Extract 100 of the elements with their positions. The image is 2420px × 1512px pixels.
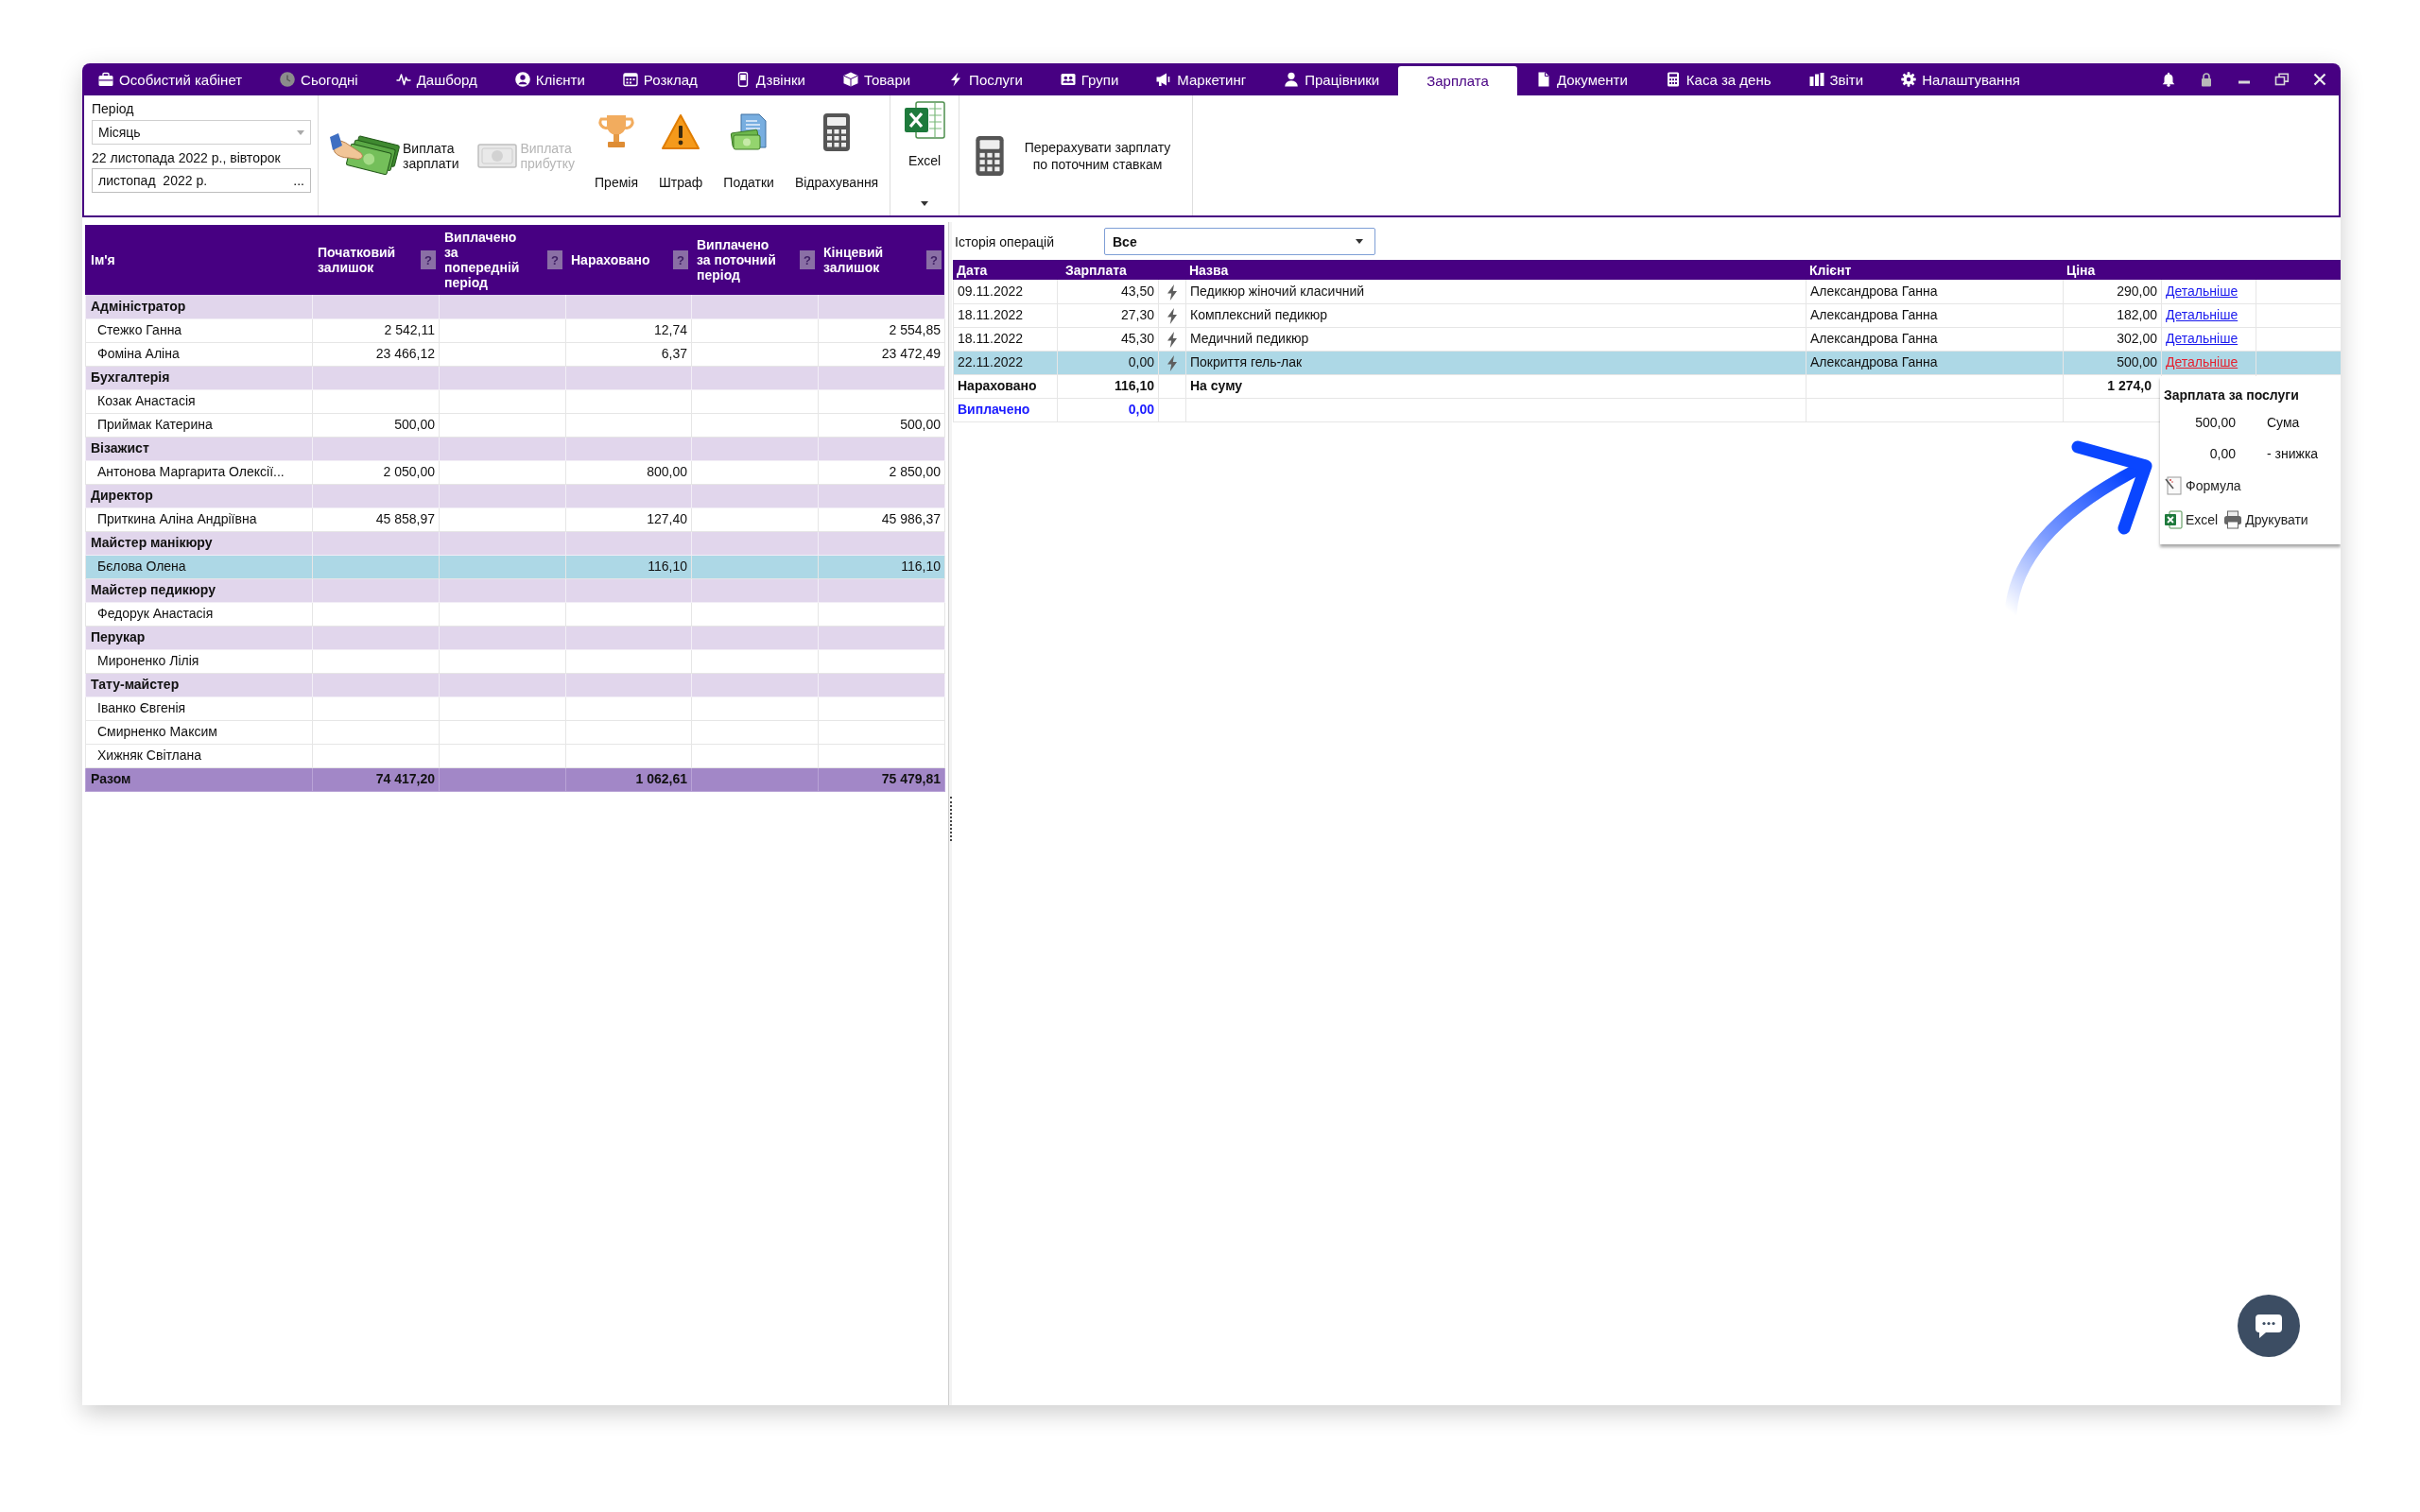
table-row[interactable]: Смирненко Максим (85, 720, 945, 744)
period-label: Період (92, 101, 134, 117)
table-row[interactable]: Іванко Євгенія (85, 696, 945, 720)
table-cell: 09.11.2022 (953, 280, 1058, 303)
table-cell: 500,00 (312, 413, 440, 437)
minimize-icon[interactable] (2237, 80, 2252, 84)
excel-button[interactable]: Excel (903, 100, 946, 168)
table-row[interactable]: 18.11.2022 45,30 Медичний педикюр Александрова Ганна 302,00 Детальніше (953, 327, 2341, 351)
group-row[interactable]: Майстер манікюру (85, 531, 945, 555)
column-header: Початковий залишок (318, 245, 397, 275)
table-cell: Козак Анастасія (85, 389, 313, 413)
table-cell: 800,00 (565, 460, 692, 484)
table-row[interactable]: Козак Анастасія (85, 389, 945, 413)
table-cell: 74 417,20 (312, 767, 440, 791)
group-row[interactable]: Адміністратор (85, 295, 945, 318)
toolbar-button[interactable]: Штраф (654, 95, 708, 215)
nav-tab[interactable]: Каса за день (1646, 63, 1790, 95)
table-row[interactable]: Приймак Катерина 500,00 500,00 (85, 413, 945, 437)
restore-icon[interactable] (2274, 72, 2290, 87)
amount-label: Сума (2267, 414, 2301, 432)
nav-tab[interactable]: Сьогодні (261, 63, 377, 95)
excel-button[interactable]: Excel (2164, 510, 2219, 529)
table-row[interactable]: 09.11.2022 43,50 Педикюр жіночий класичний Александрова Ганна 290,00 Детальніше (953, 280, 2341, 303)
nav-tab[interactable]: Документи (1516, 63, 1647, 95)
group-row[interactable]: Майстер педикюру (85, 578, 945, 602)
recalculate-button[interactable]: Перерахувати зарплату по поточним ставкам (975, 134, 1179, 177)
amount-label: - знижка (2267, 445, 2319, 463)
group-row[interactable]: Тату-майстер (85, 673, 945, 696)
filter-dropdown[interactable]: Все (1104, 228, 1375, 255)
table-row[interactable]: Антонова Маргарита Олексії... 2 050,00 800,00 2 850,00 (85, 460, 945, 484)
lock-icon[interactable] (2199, 72, 2214, 87)
table-row[interactable]: Фоміна Аліна 23 466,12 6,37 23 472,49 (85, 342, 945, 366)
nav-tab[interactable]: Маркетинг (1137, 63, 1266, 95)
settings-icon (1901, 72, 1917, 87)
table-cell: Александрова Ганна (1806, 327, 2064, 351)
table-cell: 116,10 (818, 555, 945, 578)
nav-tab[interactable]: Групи (1041, 63, 1138, 95)
splitter-handle[interactable] (949, 797, 952, 841)
table-cell: Покриття гель-лак (1185, 351, 1806, 374)
table-cell: 12,74 (565, 318, 692, 342)
table-cell: Разом (85, 767, 313, 791)
nav-tab[interactable]: Клієнти (495, 63, 604, 95)
table-cell: 500,00 (2063, 351, 2162, 374)
table-row[interactable]: Хижняк Світлана (85, 744, 945, 767)
table-row[interactable]: Бєлова Олена 116,10 116,10 (85, 555, 945, 578)
lightning-icon (1167, 284, 1178, 301)
toolbar-button[interactable]: Відрахування (789, 95, 884, 215)
picker-button[interactable]: ... (289, 174, 308, 187)
calculator-icon (975, 134, 1005, 177)
nav-tab[interactable]: Товари (823, 63, 930, 95)
nav-tab[interactable]: Послуги (929, 63, 1042, 95)
lightning-icon (1167, 331, 1178, 348)
group-label: Перукар (85, 626, 313, 649)
print-button[interactable]: Друкувати (2223, 510, 2308, 529)
column-header: Назва (1188, 261, 1230, 280)
table-cell: 18.11.2022 (953, 303, 1058, 327)
table-row[interactable]: Мироненко Лілія (85, 649, 945, 673)
cube-icon (842, 72, 858, 87)
group-row[interactable]: Перукар (85, 626, 945, 649)
nav-tab[interactable]: Розклад (603, 63, 717, 95)
group-row[interactable]: Директор (85, 484, 945, 507)
group-row[interactable]: Бухгалтерія (85, 366, 945, 389)
table-cell: Приймак Катерина (85, 413, 313, 437)
bell-icon[interactable] (2161, 72, 2176, 87)
close-icon[interactable] (2312, 72, 2327, 87)
formula-button[interactable]: Формула (2164, 476, 2241, 495)
table-cell: Смирненко Максим (85, 720, 313, 744)
nav-tab[interactable]: Дзвінки (716, 63, 824, 95)
toolbar-button[interactable]: Премія (590, 95, 643, 215)
popup-title: Зарплата за послуги (2164, 387, 2299, 404)
table-row[interactable]: Федорук Анастасія (85, 602, 945, 626)
table-row[interactable]: Приткина Аліна Андріївна 45 858,97 127,40 45 986,37 (85, 507, 945, 531)
group-label: Візажист (85, 437, 313, 460)
table-row[interactable]: 22.11.2022 0,00 Покриття гель-лак Александрова Ганна 500,00 Детальніше (953, 351, 2341, 374)
table-row[interactable]: 18.11.2022 27,30 Комплексний педикюр Александрова Ганна 182,00 Детальніше (953, 303, 2341, 327)
table-row[interactable]: Стежко Ганна 2 542,11 12,74 2 554,85 (85, 318, 945, 342)
table-cell: На суму (1185, 374, 1806, 398)
nav-tab[interactable]: Звіти (1789, 63, 1883, 95)
group-label: Бухгалтерія (85, 366, 313, 389)
table-cell: 45 858,97 (312, 507, 440, 531)
toolbar-button[interactable]: Виплата зарплати (326, 95, 463, 215)
calculator-icon (1665, 72, 1681, 87)
table-cell: 27,30 (1057, 303, 1159, 327)
nav-tab[interactable]: Особистий кабінет (82, 63, 262, 95)
nav-tab[interactable]: Налаштування (1882, 63, 2039, 95)
nav-tab[interactable]: Працівники (1265, 63, 1399, 95)
nav-tab[interactable]: Дашборд (376, 63, 496, 95)
toolbar-button[interactable]: Податки (718, 95, 779, 215)
table-cell: 45,30 (1057, 327, 1159, 351)
date-text: 22 листопада 2022 р., вівторок (92, 150, 281, 166)
calendar-icon (622, 72, 638, 87)
month-field[interactable]: листопад 2022 р. ... (92, 168, 311, 193)
group-label: Тату-майстер (85, 673, 313, 696)
period-dropdown[interactable]: Місяць (92, 120, 311, 145)
nav-tab[interactable]: Зарплата (1398, 66, 1517, 95)
table-cell: 116,10 (565, 555, 692, 578)
table-cell: 23 466,12 (312, 342, 440, 366)
group-row[interactable]: Візажист (85, 437, 945, 460)
caret-icon[interactable] (921, 201, 928, 206)
table-cell: 2 050,00 (312, 460, 440, 484)
